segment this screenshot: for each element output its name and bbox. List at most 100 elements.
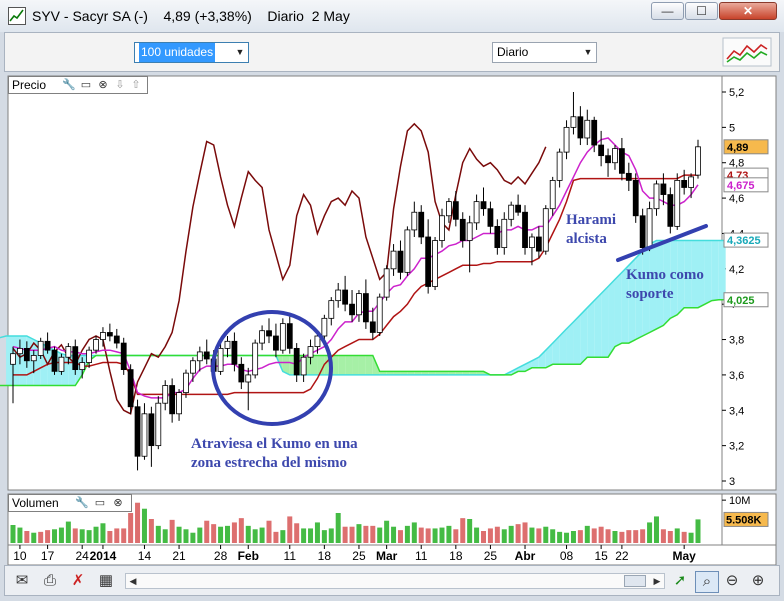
date-tick-label: 22 — [615, 549, 629, 563]
candle — [279, 318, 286, 354]
candle-body — [203, 351, 210, 360]
zoom-area-icon[interactable]: ⌕ — [695, 571, 719, 593]
volume-bar — [52, 529, 58, 543]
date-tick-label: 17 — [41, 549, 55, 563]
candle-body — [598, 144, 605, 157]
scroll-right-icon[interactable]: ▶ — [650, 574, 664, 588]
no-alert-icon[interactable]: ✗ — [67, 571, 89, 591]
horizontal-scrollbar[interactable]: ◀ ▶ — [125, 573, 665, 589]
candle-body — [515, 204, 522, 213]
candle-body — [390, 250, 397, 270]
candle-body — [660, 183, 667, 195]
price-tick-label: 3,8 — [729, 335, 744, 347]
candle-body — [141, 413, 148, 457]
wrench-icon[interactable]: 🔧 — [62, 78, 76, 92]
calculator-icon[interactable]: ▦ — [95, 571, 117, 591]
zoom-out-icon[interactable]: ⊖ — [721, 571, 743, 591]
volume-bar — [148, 519, 154, 543]
print-icon[interactable]: ⎙ — [39, 571, 61, 591]
candle-body — [446, 201, 452, 217]
volume-bar — [501, 529, 507, 543]
volume-bar — [536, 528, 542, 543]
volume-bar — [58, 527, 64, 543]
candle-body — [549, 180, 556, 210]
price-axis-panel — [721, 75, 777, 491]
volume-bar — [86, 530, 92, 543]
kumo-segment — [601, 286, 609, 358]
price-label: 4,89 — [727, 142, 748, 154]
date-tick-label: 21 — [172, 549, 186, 563]
volume-bar — [508, 525, 514, 543]
close-icon[interactable]: ⊗ — [111, 496, 125, 510]
candle-body — [605, 155, 611, 164]
candle-body — [632, 180, 639, 217]
mail-icon[interactable]: ✉ — [11, 571, 33, 591]
volume-last-label: 5.508K — [726, 514, 762, 526]
volume-bar — [294, 523, 300, 543]
candle-body — [10, 353, 16, 365]
kumo-cross-annotation: zona estrecha del mismo — [191, 455, 347, 471]
volume-bar — [363, 525, 369, 543]
candle-body — [17, 347, 23, 355]
window-icon[interactable]: ▭ — [79, 78, 93, 92]
kumo-segment — [704, 240, 712, 305]
candle-body — [383, 268, 390, 298]
volume-bar — [24, 531, 30, 543]
wrench-icon[interactable]: 🔧 — [75, 496, 89, 510]
candle-body — [307, 346, 314, 358]
volume-bar — [681, 531, 687, 543]
volume-bar — [467, 519, 473, 543]
candle-body — [397, 250, 404, 273]
candle-body — [432, 240, 438, 287]
cursor-icon[interactable]: ➚ — [669, 571, 691, 591]
candle-body — [113, 335, 120, 344]
date-tick-label: 10 — [13, 549, 27, 563]
volume-bar — [155, 525, 161, 543]
volume-bar — [619, 531, 625, 543]
candle-body — [106, 332, 113, 337]
volume-bar — [640, 529, 646, 543]
volume-bar — [391, 526, 397, 543]
candle-body — [134, 406, 141, 457]
candle-body — [439, 215, 445, 241]
candle — [674, 173, 681, 230]
candle — [120, 337, 127, 375]
candle-body — [342, 289, 349, 305]
volume-bar — [411, 522, 417, 543]
candle — [37, 337, 44, 359]
volume-bar — [121, 528, 127, 543]
scrollbar-thumb[interactable] — [624, 575, 646, 587]
candle-body — [612, 148, 618, 164]
kumo-segment — [310, 355, 318, 375]
candle-body — [459, 218, 466, 241]
date-tick-label: 18 — [449, 549, 463, 563]
candle-body — [155, 402, 162, 447]
volume-bar — [72, 528, 78, 543]
volume-bar — [487, 528, 493, 543]
volume-bar — [224, 525, 230, 543]
volume-bar — [674, 528, 680, 543]
volume-bar — [204, 520, 210, 543]
candle-body — [501, 218, 508, 249]
candle-body — [480, 201, 487, 210]
kumo-segment — [614, 272, 622, 347]
candle-body — [577, 116, 584, 139]
scroll-left-icon[interactable]: ◀ — [126, 574, 140, 588]
volume-bar — [287, 516, 293, 543]
price-panel-header: Precio 🔧 ▭ ⊗ ⇩ ⇧ — [8, 76, 148, 94]
candle-body — [591, 119, 598, 146]
move-up-icon[interactable]: ⇧ — [129, 78, 143, 92]
candle-body — [86, 349, 93, 363]
date-tick-label: 24 — [76, 549, 90, 563]
volume-bar — [474, 527, 480, 543]
move-down-icon[interactable]: ⇩ — [113, 78, 127, 92]
candle-body — [404, 229, 411, 273]
volume-bar — [460, 518, 466, 543]
close-icon[interactable]: ⊗ — [96, 78, 110, 92]
volume-bar — [93, 526, 99, 543]
candle-body — [667, 194, 674, 227]
candle-body — [259, 330, 265, 344]
zoom-in-icon[interactable]: ⊕ — [747, 571, 769, 591]
candle-body — [529, 236, 535, 248]
window-icon[interactable]: ▭ — [93, 496, 107, 510]
